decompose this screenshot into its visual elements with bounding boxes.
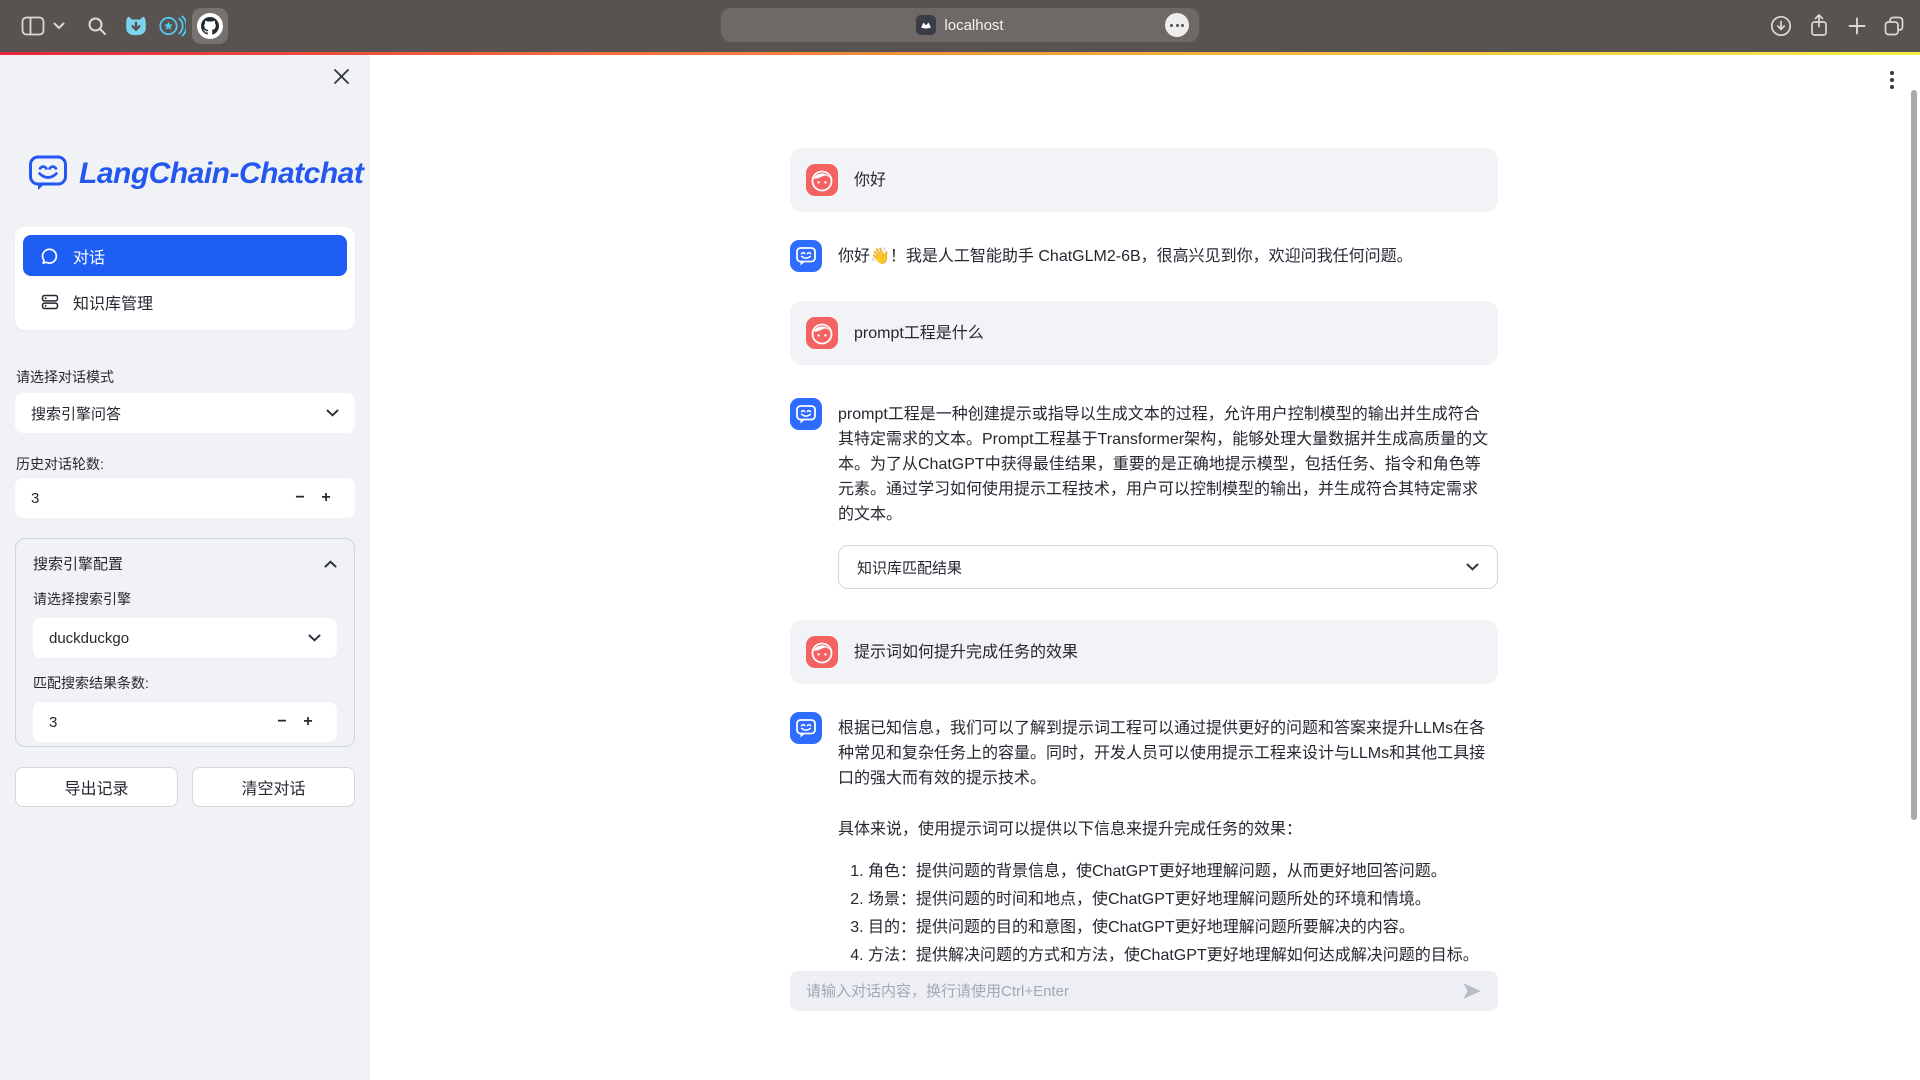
user-avatar-icon [806,636,838,668]
app-logo: LangChain-Chatchat [28,153,363,194]
sidebar-toggle-icon[interactable] [18,0,48,52]
search-engine-value: duckduckgo [49,630,129,647]
list-item: 方法：提供解决问题的方式和方法，使ChatGPT更好地理解如何达成解决问题的目标… [868,942,1490,966]
user-message: 提示词如何提升完成任务的效果 [790,620,1498,684]
kb-expander-label: 知识库匹配结果 [857,557,962,578]
tab-overview-icon[interactable] [1878,0,1910,52]
new-tab-icon[interactable] [1842,0,1872,52]
chevron-up-icon [324,560,337,568]
nav-item-label: 对话 [73,244,105,268]
decrement-button[interactable]: − [287,489,313,507]
chevron-down-icon [1466,563,1479,571]
logo-chat-bubble-icon [28,153,68,194]
circles-star-app-icon[interactable] [156,0,188,52]
kb-match-results-expander[interactable]: 知识库匹配结果 [838,545,1498,589]
dialogue-mode-value: 搜索引擎问答 [31,403,121,424]
clear-dialogue-button[interactable]: 清空对话 [192,767,355,807]
assistant-avatar-icon [790,712,822,744]
github-tab[interactable] [192,0,228,52]
bear-app-icon[interactable] [122,0,150,52]
message-text: 提示词如何提升完成任务的效果 [854,636,1482,668]
nav-item-kb-management[interactable]: 知识库管理 [23,281,347,322]
sidebar-close-icon[interactable] [328,63,354,89]
assistant-message: prompt工程是一种创建提示或指导以生成文本的过程，允许用户控制模型的输出并生… [790,398,1498,527]
downloads-icon[interactable] [1766,0,1796,52]
message-text: 你好👋！我是人工智能助手 ChatGLM2-6B，很高兴见到你，欢迎问我任何问题… [838,240,1490,272]
dialogue-mode-label: 请选择对话模式 [16,367,114,387]
share-icon[interactable] [1804,0,1834,52]
message-paragraph: 具体来说，使用提示词可以提供以下信息来提升完成任务的效果： [838,817,1490,842]
results-count-value: 3 [49,714,57,731]
browser-toolbar: localhost [0,0,1920,52]
user-avatar-icon [806,317,838,349]
chevron-down-icon [326,409,339,417]
chevron-down-icon[interactable] [50,0,68,52]
history-rounds-value: 3 [31,490,39,507]
message-paragraph: 根据已知信息，我们可以了解到提示词工程可以通过提供更好的问题和答案来提升LLMs… [838,716,1490,791]
message-text: prompt工程是一种创建提示或指导以生成文本的过程，允许用户控制模型的输出并生… [838,398,1490,527]
chat-message-list: 你好 你好👋！我是人工智能助手 ChatGLM2-6B，很高兴见到你，欢迎问我任… [790,148,1498,966]
increment-button[interactable]: + [295,713,321,731]
decrement-button[interactable]: − [269,713,295,731]
assistant-message: 根据已知信息，我们可以了解到提示词工程可以通过提供更好的问题和答案来提升LLMs… [790,712,1498,966]
search-engine-select[interactable]: duckduckgo [33,618,337,658]
chat-bubble-icon [41,247,59,265]
chat-input-bar [790,971,1498,1011]
search-engine-config-expander: 搜索引擎配置 请选择搜索引擎 duckduckgo 匹配搜索结果条数: 3 − … [15,538,355,747]
page-options-icon[interactable] [1165,13,1189,37]
export-records-button[interactable]: 导出记录 [15,767,178,807]
history-rounds-input[interactable]: 3 − + [15,478,355,518]
search-icon[interactable] [84,0,110,52]
message-text: 你好 [854,164,1482,196]
url-text: localhost [944,17,1003,34]
list-item: 角色：提供问题的背景信息，使ChatGPT更好地理解问题，从而更好地回答问题。 [868,858,1490,886]
chat-main: 你好 你好👋！我是人工智能助手 ChatGLM2-6B，很高兴见到你，欢迎问我任… [370,55,1920,1080]
history-rounds-label: 历史对话轮数: [16,454,104,474]
list-item: 目的：提供问题的目的和意图，使ChatGPT更好地理解问题所要解决的内容。 [868,914,1490,942]
assistant-avatar-icon [790,398,822,430]
message-list: 角色：提供问题的背景信息，使ChatGPT更好地理解问题，从而更好地回答问题。 … [838,858,1490,966]
scrollbar-thumb[interactable] [1911,90,1917,820]
github-icon [197,13,223,39]
logo-text: LangChain-Chatchat [79,157,363,191]
nav-item-label: 知识库管理 [73,290,153,314]
address-bar[interactable]: localhost [721,8,1199,42]
nav-menu: 对话 知识库管理 [15,227,355,330]
expander-title: 搜索引擎配置 [33,553,123,574]
user-avatar-icon [806,164,838,196]
list-item: 场景：提供问题的时间和地点，使ChatGPT更好地理解问题所处的环境和情境。 [868,886,1490,914]
user-message: prompt工程是什么 [790,301,1498,365]
expander-header[interactable]: 搜索引擎配置 [33,553,337,574]
dialogue-mode-select[interactable]: 搜索引擎问答 [15,393,355,433]
chat-input[interactable] [806,983,1452,1000]
results-count-label: 匹配搜索结果条数: [33,673,337,693]
streamlit-favicon [916,15,936,35]
results-count-input[interactable]: 3 − + [33,702,337,742]
send-icon[interactable] [1462,981,1482,1001]
database-icon [41,293,59,311]
nav-item-dialogue[interactable]: 对话 [23,235,347,276]
assistant-avatar-icon [790,240,822,272]
user-message: 你好 [790,148,1498,212]
sidebar: LangChain-Chatchat 对话 知识库管理 请选择对话模式 搜索引擎… [0,55,370,1080]
app-menu-icon[interactable] [1882,65,1902,95]
message-text: 根据已知信息，我们可以了解到提示词工程可以通过提供更好的问题和答案来提升LLMs… [838,712,1490,966]
app-root: LangChain-Chatchat 对话 知识库管理 请选择对话模式 搜索引擎… [0,55,1920,1080]
increment-button[interactable]: + [313,489,339,507]
assistant-message: 你好👋！我是人工智能助手 ChatGLM2-6B，很高兴见到你，欢迎问我任何问题… [790,240,1498,272]
chevron-down-icon [308,634,321,642]
message-text: prompt工程是什么 [854,317,1482,349]
search-engine-label: 请选择搜索引擎 [33,589,337,609]
